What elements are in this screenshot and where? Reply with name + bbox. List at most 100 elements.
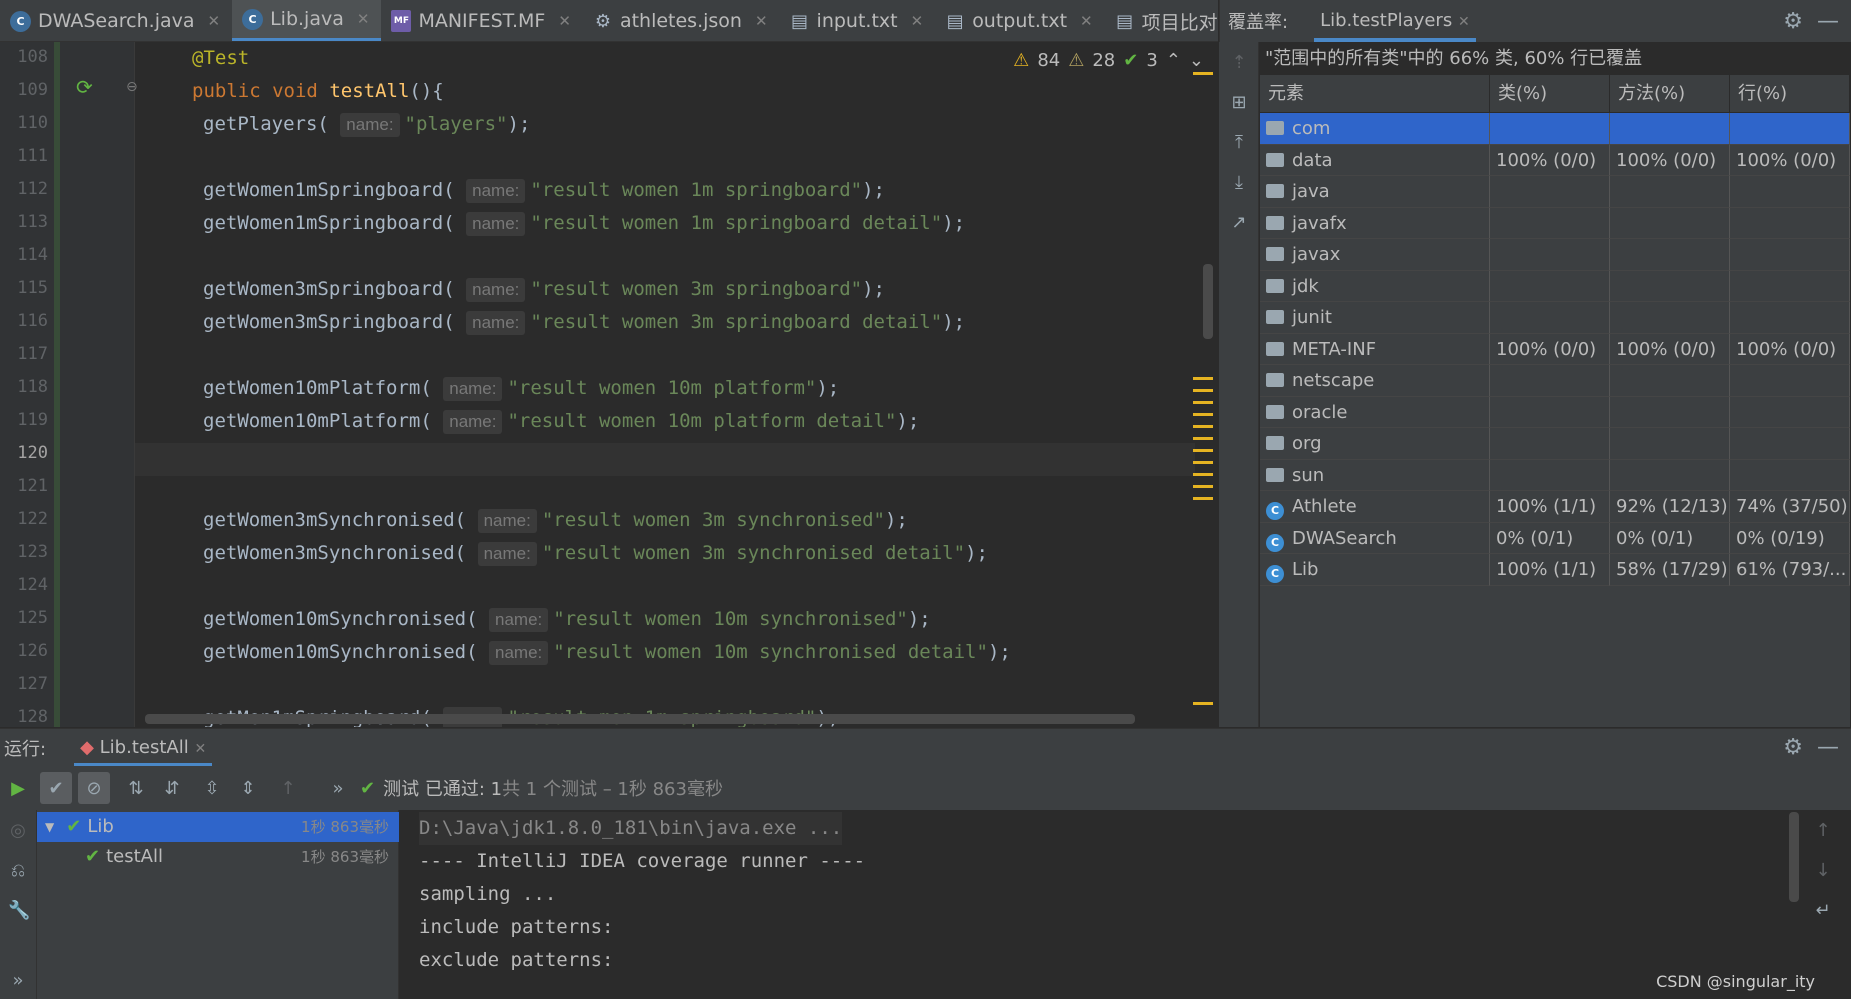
table-row[interactable]: C Athlete 100% (1/1) 92% (12/13) 74% (37/50): [1260, 491, 1850, 523]
tab-dwasearch-java[interactable]: C DWASearch.java ✕: [0, 0, 232, 41]
wrench-icon[interactable]: 🔧: [8, 900, 30, 921]
gear-icon[interactable]: ⚙: [1783, 9, 1803, 34]
close-icon[interactable]: ✕: [194, 741, 206, 757]
coverage-table[interactable]: 元素 类(%) 方法(%) 行(%) com data 100% (0/0) 100…: [1260, 75, 1850, 727]
column-header[interactable]: 行(%): [1730, 75, 1850, 112]
minimize-icon[interactable]: —: [1817, 735, 1839, 760]
table-row[interactable]: C Lib 100% (1/1) 58% (17/29) 61% (793/...: [1260, 554, 1850, 586]
param-hint: name:: [489, 608, 549, 632]
previous-failed-icon[interactable]: ↑: [272, 772, 304, 804]
chevron-down-icon[interactable]: ⌄: [1189, 50, 1204, 71]
show-passed-icon[interactable]: ✔: [40, 772, 72, 804]
error-stripe-mark[interactable]: [1193, 497, 1213, 500]
run-test-icon[interactable]: ⟳: [76, 75, 93, 99]
param-hint: name:: [466, 278, 526, 302]
table-row[interactable]: java: [1260, 176, 1850, 208]
tab-lib-java[interactable]: C Lib.java ✕: [232, 0, 382, 41]
editor-scrollbar[interactable]: [1203, 264, 1213, 339]
tab-output-txt[interactable]: ▤ output.txt ✕: [935, 0, 1104, 41]
row-name: netscape: [1292, 370, 1375, 391]
inspection-widget[interactable]: ⚠ 84 ⚠ 28 ✔ 3 ⌃ ⌄: [1013, 50, 1204, 71]
more-icon[interactable]: »: [322, 772, 354, 804]
error-stripe-mark[interactable]: [1193, 425, 1213, 428]
show-ignored-icon[interactable]: ⊘: [78, 772, 110, 804]
sort-duration-icon[interactable]: ⇵: [156, 772, 188, 804]
column-header[interactable]: 类(%): [1490, 75, 1610, 112]
test-tree[interactable]: ▼ ✔ Lib 1秒 863毫秒 ✔ testAll 1秒 863毫秒: [37, 810, 399, 999]
console-line: sampling ...: [419, 883, 557, 905]
table-row[interactable]: junit: [1260, 302, 1850, 334]
tab-coverage-suite[interactable]: Lib.testPlayers ✕: [1314, 0, 1476, 42]
table-row[interactable]: C DWASearch 0% (0/1) 0% (0/1) 0% (0/19): [1260, 522, 1850, 554]
table-row[interactable]: data 100% (0/0) 100% (0/0) 100% (0/0): [1260, 144, 1850, 176]
error-stripe-mark[interactable]: [1193, 389, 1213, 392]
close-icon[interactable]: ✕: [1458, 14, 1470, 30]
error-stripe-mark[interactable]: [1193, 377, 1213, 380]
close-icon[interactable]: ✕: [357, 10, 370, 28]
chevron-down-icon[interactable]: ▼: [45, 812, 54, 842]
close-icon[interactable]: ✕: [911, 12, 924, 30]
tab-athletes-json[interactable]: ⚙ athletes.json ✕: [583, 0, 780, 41]
code-editor[interactable]: ⟳ ⊖ 108 109 110 111 112 113 114 115 116 …: [0, 42, 1218, 727]
open-external-icon[interactable]: ↗: [1229, 212, 1249, 233]
console-scrollbar[interactable]: [1789, 812, 1799, 902]
line-number-gutter: ⟳ ⊖ 108 109 110 111 112 113 114 115 116 …: [0, 42, 138, 727]
table-row[interactable]: META-INF 100% (0/0) 100% (0/0) 100% (0/0): [1260, 333, 1850, 365]
table-row[interactable]: netscape: [1260, 365, 1850, 397]
close-icon[interactable]: ✕: [208, 12, 221, 30]
column-header[interactable]: 方法(%): [1610, 75, 1730, 112]
error-stripe-mark[interactable]: [1193, 473, 1213, 476]
arrow-up-icon[interactable]: ⇡: [1229, 52, 1249, 73]
coverage-summary: "范围中的所有类"中的 66% 类, 60% 行已覆盖: [1265, 48, 1643, 69]
tab-input-txt[interactable]: ▤ input.txt ✕: [780, 0, 936, 41]
soft-wrap-icon[interactable]: ↵: [1813, 900, 1833, 921]
tab-label: output.txt: [972, 10, 1068, 32]
table-row[interactable]: jdk: [1260, 270, 1850, 302]
flatten-packages-icon[interactable]: ⊞: [1229, 92, 1249, 113]
test-tree-item-testall[interactable]: ✔ testAll 1秒 863毫秒: [37, 842, 399, 872]
tab-run-config[interactable]: ◆ Lib.testAll ✕: [74, 729, 213, 767]
chevron-up-icon[interactable]: ⌃: [1166, 50, 1181, 71]
close-icon[interactable]: ✕: [558, 12, 571, 30]
line-number: 119: [17, 410, 48, 430]
arrow-up-icon[interactable]: ↑: [1813, 820, 1833, 841]
code-text-area[interactable]: @Test public void testAll(){ getPlayers(…: [135, 42, 1195, 727]
more-icon[interactable]: »: [8, 970, 28, 991]
row-name: Athlete: [1292, 496, 1357, 517]
rerun-icon[interactable]: ▶: [2, 772, 34, 804]
table-row[interactable]: com: [1260, 113, 1850, 145]
error-stripe-mark[interactable]: [1193, 72, 1213, 75]
editor-tab-bar: C DWASearch.java ✕ C Lib.java ✕ MF MANIF…: [0, 0, 1218, 42]
collapse-all-icon[interactable]: ⇕: [232, 772, 264, 804]
table-row[interactable]: org: [1260, 428, 1850, 460]
error-stripe-mark[interactable]: [1193, 437, 1213, 440]
export-down-icon[interactable]: ⤓: [1229, 172, 1249, 193]
column-header[interactable]: 元素: [1260, 75, 1490, 112]
error-stripe-mark[interactable]: [1193, 485, 1213, 488]
tab-project-compare-txt[interactable]: ▤ 项目比对.txt ✕: [1105, 0, 1218, 41]
table-row[interactable]: sun: [1260, 459, 1850, 491]
arrow-down-icon[interactable]: ↓: [1813, 860, 1833, 881]
console-output[interactable]: D:\Java\jdk1.8.0_181\bin\java.exe ... --…: [399, 810, 1799, 999]
error-stripe-mark[interactable]: [1193, 702, 1213, 705]
table-row[interactable]: oracle: [1260, 396, 1850, 428]
sort-alpha-icon[interactable]: ⇅: [120, 772, 152, 804]
minimize-icon[interactable]: —: [1817, 9, 1839, 34]
tab-manifest[interactable]: MF MANIFEST.MF ✕: [381, 0, 583, 41]
horizontal-scrollbar[interactable]: [145, 714, 1135, 724]
error-stripe-mark[interactable]: [1193, 401, 1213, 404]
restore-layout-icon[interactable]: ⎌: [8, 860, 28, 881]
close-icon[interactable]: ✕: [1080, 12, 1093, 30]
error-stripe-mark[interactable]: [1193, 461, 1213, 464]
expand-all-icon[interactable]: ⇳: [196, 772, 228, 804]
table-row[interactable]: javafx: [1260, 207, 1850, 239]
error-stripe-mark[interactable]: [1193, 413, 1213, 416]
table-row[interactable]: javax: [1260, 239, 1850, 271]
debug-icon[interactable]: ◎: [8, 820, 28, 841]
close-icon[interactable]: ✕: [755, 12, 768, 30]
export-up-icon[interactable]: ⤒: [1229, 132, 1249, 153]
row-name: Lib: [1292, 559, 1319, 580]
test-tree-item-lib[interactable]: ▼ ✔ Lib 1秒 863毫秒: [37, 812, 399, 842]
gear-icon[interactable]: ⚙: [1783, 735, 1803, 760]
error-stripe-mark[interactable]: [1193, 449, 1213, 452]
